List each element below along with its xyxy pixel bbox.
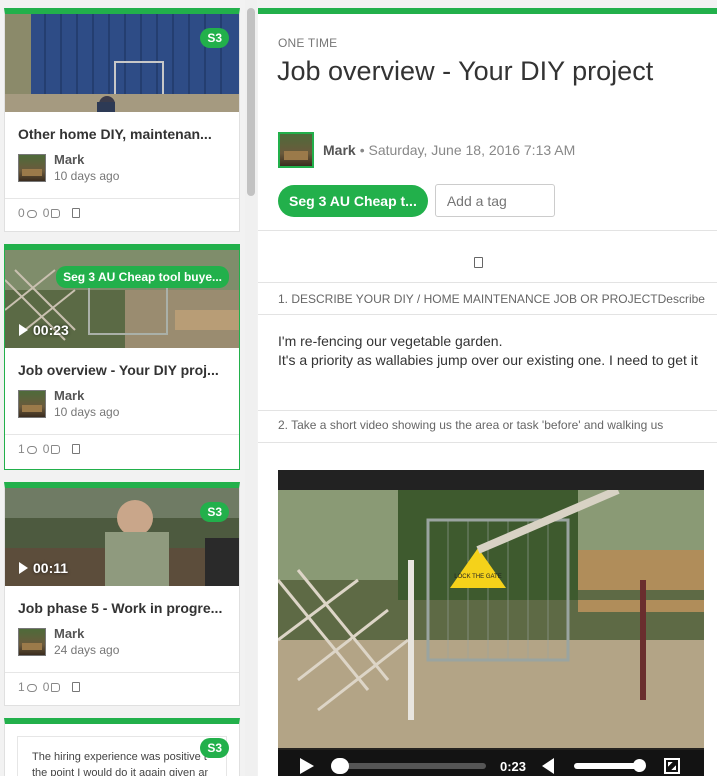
bookmark-icon[interactable] bbox=[72, 208, 81, 218]
card-author: Mark 10 days ago bbox=[5, 378, 239, 420]
comment-count[interactable]: 1 bbox=[18, 442, 37, 456]
volume-handle[interactable] bbox=[633, 759, 647, 772]
comment-icon bbox=[26, 446, 37, 454]
feed-card[interactable]: S3 00:11 Job phase 5 - Work in progre...… bbox=[4, 482, 240, 706]
segment-badge: S3 bbox=[200, 738, 229, 758]
segment-badge: S3 bbox=[200, 502, 229, 522]
play-button[interactable] bbox=[300, 758, 314, 774]
seek-handle[interactable] bbox=[331, 758, 349, 774]
comment-count[interactable]: 1 bbox=[18, 680, 37, 694]
author-name[interactable]: Mark bbox=[54, 626, 119, 642]
page-title: Job overview - Your DIY project bbox=[277, 56, 654, 86]
play-icon bbox=[19, 324, 28, 336]
post-date: 10 days ago bbox=[54, 169, 120, 183]
fullscreen-icon[interactable] bbox=[664, 758, 681, 774]
card-footer: 1 0 bbox=[5, 434, 239, 464]
segment-tag[interactable]: Seg 3 AU Cheap t... bbox=[278, 184, 428, 217]
comment-count[interactable]: 0 bbox=[18, 206, 37, 220]
volume-icon[interactable] bbox=[542, 758, 555, 774]
video-duration: 00:23 bbox=[19, 322, 69, 338]
avatar[interactable] bbox=[278, 132, 314, 168]
card-title[interactable]: Job phase 5 - Work in progre... bbox=[5, 586, 239, 616]
divider bbox=[258, 282, 717, 283]
card-text-box: The hiring experience was positive t the… bbox=[17, 736, 227, 776]
comment-icon bbox=[26, 684, 37, 692]
scrollbar-thumb[interactable] bbox=[247, 8, 255, 196]
author-name[interactable]: Mark bbox=[54, 152, 119, 168]
divider bbox=[258, 230, 717, 231]
video-player[interactable]: LOCK THE GATE 0:23 bbox=[278, 470, 704, 776]
video-duration: 00:11 bbox=[19, 560, 68, 576]
card-text-line: The hiring experience was positive t bbox=[32, 751, 207, 763]
card-thumbnail[interactable]: S3 bbox=[5, 14, 239, 112]
like-count[interactable]: 0 bbox=[43, 680, 61, 694]
like-icon bbox=[51, 445, 61, 454]
like-count[interactable]: 0 bbox=[43, 206, 61, 220]
card-footer: 0 0 bbox=[5, 198, 239, 228]
video-controls: 0:23 bbox=[278, 748, 704, 776]
card-thumbnail[interactable]: Seg 3 AU Cheap tool buye... 00:23 bbox=[5, 250, 239, 348]
question-heading: 1. DESCRIBE YOUR DIY / HOME MAINTENANCE … bbox=[278, 292, 705, 306]
answer-line: I'm re-fencing our vegetable garden. bbox=[278, 333, 503, 349]
card-text-line: the point I would do it again given an bbox=[32, 767, 208, 776]
avatar[interactable] bbox=[18, 628, 46, 656]
avatar[interactable] bbox=[18, 154, 46, 182]
author-name[interactable]: Mark bbox=[323, 142, 356, 158]
like-icon bbox=[51, 209, 61, 218]
bookmark-icon[interactable] bbox=[474, 257, 483, 268]
play-icon bbox=[19, 562, 28, 574]
segment-badge: S3 bbox=[200, 28, 229, 48]
comment-icon bbox=[26, 210, 37, 218]
tag-row: Seg 3 AU Cheap t... bbox=[278, 184, 555, 217]
answer-text: I'm re-fencing our vegetable garden. It'… bbox=[278, 332, 698, 370]
seek-bar[interactable] bbox=[331, 758, 486, 774]
card-tag: Seg 3 AU Cheap tool buye... bbox=[56, 266, 229, 288]
card-title[interactable]: Other home DIY, maintenan... bbox=[5, 112, 239, 142]
post-date: 10 days ago bbox=[54, 405, 120, 419]
question-heading: 2. Take a short video showing us the are… bbox=[278, 418, 664, 432]
feed-card[interactable]: The hiring experience was positive t the… bbox=[4, 718, 240, 776]
divider bbox=[258, 410, 717, 411]
like-icon bbox=[51, 683, 61, 692]
feed-column: S3 Other home DIY, maintenan... Mark 10 … bbox=[0, 0, 258, 776]
answer-line: It's a priority as wallabies jump over o… bbox=[278, 352, 698, 368]
volume-slider[interactable] bbox=[574, 759, 647, 772]
post-author: Mark • Saturday, June 18, 2016 7:13 AM bbox=[278, 132, 575, 168]
divider bbox=[258, 314, 717, 315]
video-time: 0:23 bbox=[500, 758, 527, 774]
gate-sign-text: LOCK THE GATE bbox=[454, 574, 501, 580]
like-count[interactable]: 0 bbox=[43, 442, 61, 456]
feed-card[interactable]: S3 Other home DIY, maintenan... Mark 10 … bbox=[4, 8, 240, 232]
detail-panel: ONE TIME Job overview - Your DIY project… bbox=[258, 8, 717, 776]
card-footer: 1 0 bbox=[5, 672, 239, 702]
feed-scrollbar[interactable] bbox=[245, 0, 257, 776]
post-date: 24 days ago bbox=[54, 643, 120, 657]
bookmark-icon[interactable] bbox=[72, 444, 81, 454]
feed-card-selected[interactable]: Seg 3 AU Cheap tool buye... 00:23 Job ov… bbox=[4, 244, 240, 470]
bookmark-icon[interactable] bbox=[72, 682, 81, 692]
divider bbox=[258, 442, 717, 443]
avatar[interactable] bbox=[18, 390, 46, 418]
post-timestamp: • Saturday, June 18, 2016 7:13 AM bbox=[359, 142, 576, 158]
author-name[interactable]: Mark bbox=[54, 388, 119, 404]
card-author: Mark 24 days ago bbox=[5, 616, 239, 658]
add-tag-input[interactable] bbox=[434, 184, 555, 217]
video-frame: LOCK THE GATE bbox=[278, 490, 704, 750]
card-thumbnail[interactable]: S3 00:11 bbox=[5, 488, 239, 586]
video-letterbox bbox=[278, 470, 704, 490]
frequency-label: ONE TIME bbox=[278, 36, 338, 50]
card-author: Mark 10 days ago bbox=[5, 142, 239, 184]
card-title[interactable]: Job overview - Your DIY proj... bbox=[5, 348, 239, 378]
